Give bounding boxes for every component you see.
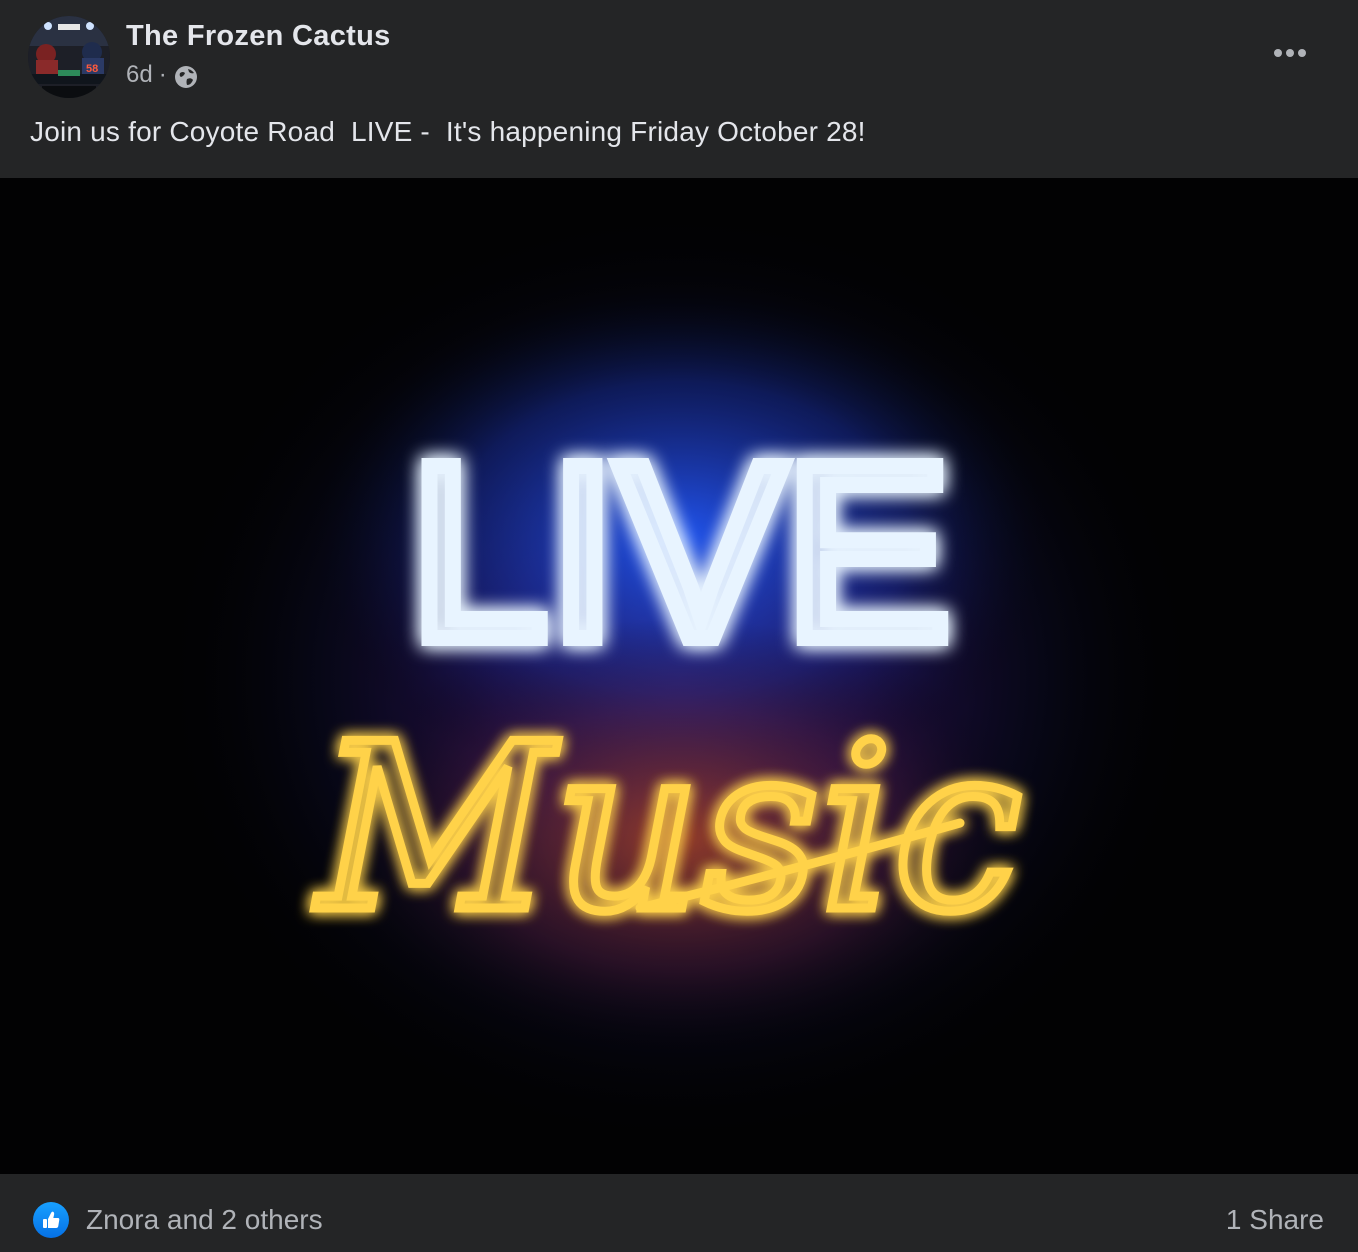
like-icon[interactable] (33, 1202, 69, 1238)
neon-live-text: LIVE (409, 412, 951, 691)
facebook-post: 58 The Frozen Cactus 6d · Join us for Co… (0, 0, 1358, 1252)
svg-text:58: 58 (86, 63, 98, 75)
reactions-summary[interactable]: Znora and 2 others (86, 1204, 323, 1236)
meta-separator: · (158, 61, 167, 88)
post-text: Join us for Coyote Road LIVE - It's happ… (30, 116, 866, 147)
more-options-button[interactable] (1262, 38, 1318, 68)
page-name[interactable]: The Frozen Cactus (126, 20, 391, 53)
globe-icon[interactable] (173, 64, 199, 90)
post-header: 58 The Frozen Cactus 6d · (0, 0, 1358, 104)
post-timestamp[interactable]: 6d (126, 61, 153, 89)
neon-music-sign: Music (309, 692, 1026, 968)
page-avatar[interactable]: 58 (28, 16, 110, 98)
neon-live-sign: LIVE (401, 404, 959, 699)
post-footer: Znora and 2 others 1 Share (0, 1176, 1358, 1252)
shares-count[interactable]: 1 Share (1226, 1204, 1324, 1236)
neon-music-text: Music (314, 696, 1022, 963)
post-image[interactable]: LIVE Music (0, 178, 1358, 1174)
post-meta: 6d · (126, 60, 199, 90)
more-options-icon (1274, 49, 1306, 57)
